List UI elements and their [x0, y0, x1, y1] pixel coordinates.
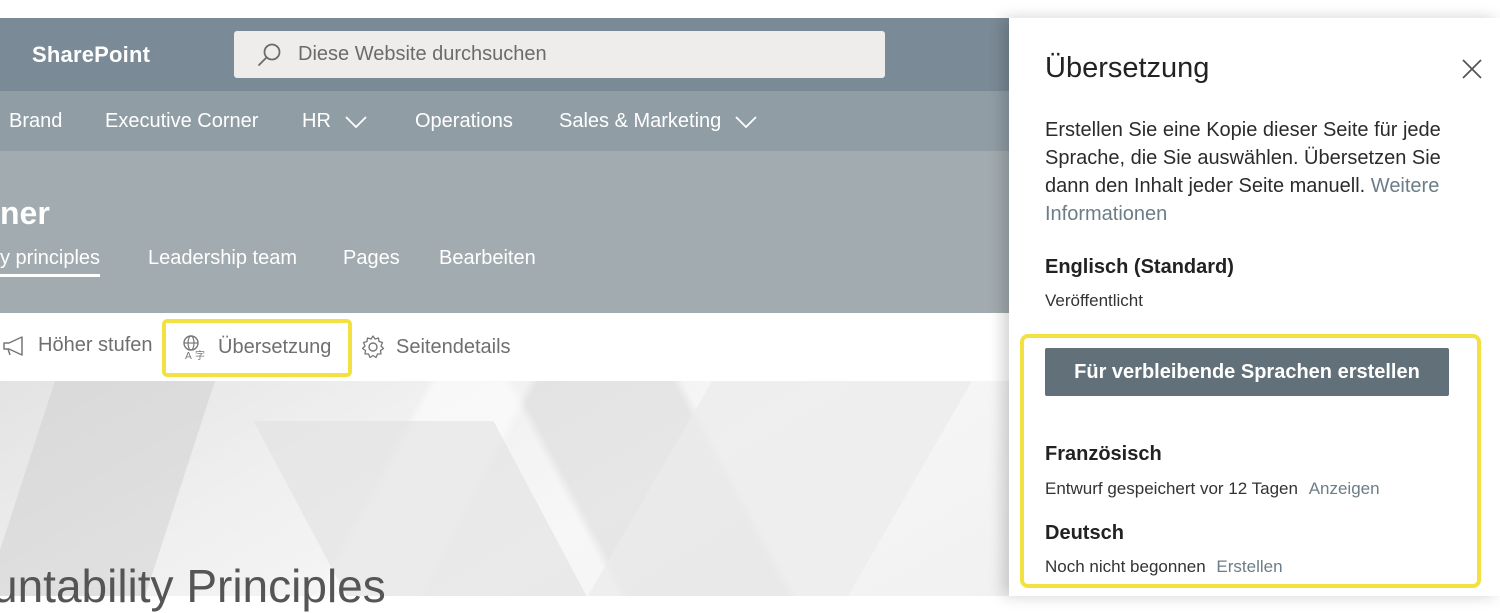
- top-strip: [0, 0, 1500, 18]
- gear-icon: [361, 335, 385, 359]
- search-icon: [258, 43, 281, 66]
- default-language-status: Veröffentlicht: [1045, 291, 1143, 311]
- close-button[interactable]: [1461, 58, 1483, 80]
- translation-panel: Übersetzung Erstellen Sie eine Kopie die…: [1009, 18, 1500, 596]
- nav-item-operations[interactable]: Operations: [415, 110, 513, 133]
- search-placeholder: Diese Website durchsuchen: [298, 43, 547, 65]
- promote-label: Höher stufen: [38, 334, 153, 356]
- promote-button[interactable]: Höher stufen: [2, 334, 153, 357]
- status-text: Veröffentlicht: [1045, 291, 1143, 310]
- nav-item-executive-corner[interactable]: Executive Corner: [105, 110, 258, 133]
- nav-item-label: Brand: [9, 110, 63, 132]
- tab-principles[interactable]: y principles: [0, 247, 101, 277]
- hub-navigation: Brand Executive Corner HR Operations Sal…: [0, 91, 1009, 151]
- languages-highlight: [1020, 334, 1481, 588]
- hero-title: untability Principles: [0, 560, 386, 612]
- nav-item-label: HR: [302, 110, 331, 132]
- translate-highlight: [162, 319, 352, 377]
- site-header: ner y principles Leadership team Pages B…: [0, 151, 1009, 313]
- app-name[interactable]: SharePoint: [32, 42, 150, 68]
- page-details-button[interactable]: Seitendetails: [360, 334, 511, 360]
- tab-leadership-team[interactable]: Leadership team: [148, 247, 297, 270]
- nav-item-hr[interactable]: HR: [302, 110, 367, 133]
- default-language-name: Englisch (Standard): [1045, 256, 1234, 278]
- chevron-down-icon: [735, 115, 757, 128]
- site-title[interactable]: ner: [0, 195, 50, 232]
- nav-item-brand[interactable]: Brand: [9, 110, 62, 133]
- hero-banner: untability Principles: [0, 381, 1009, 612]
- megaphone-icon: [3, 335, 23, 356]
- nav-item-label: Executive Corner: [105, 110, 259, 132]
- panel-description: Erstellen Sie eine Kopie dieser Seite fü…: [1045, 116, 1475, 228]
- chevron-down-icon: [345, 115, 367, 128]
- tab-edit[interactable]: Bearbeiten: [439, 247, 536, 270]
- suite-bar: SharePoint Diese Website durchsuchen: [0, 18, 1009, 91]
- nav-item-sales-marketing[interactable]: Sales & Marketing: [559, 110, 757, 133]
- nav-item-label: Operations: [415, 110, 513, 132]
- nav-item-label: Sales & Marketing: [559, 110, 722, 132]
- hero-shape: [587, 381, 973, 596]
- close-icon: [1462, 59, 1482, 79]
- tab-pages[interactable]: Pages: [343, 247, 400, 270]
- page-details-label: Seitendetails: [396, 335, 511, 358]
- search-input[interactable]: Diese Website durchsuchen: [234, 31, 885, 78]
- command-bar: Höher stufen A 字 Übersetzung Seitendetai…: [0, 313, 1009, 381]
- panel-title: Übersetzung: [1045, 52, 1210, 84]
